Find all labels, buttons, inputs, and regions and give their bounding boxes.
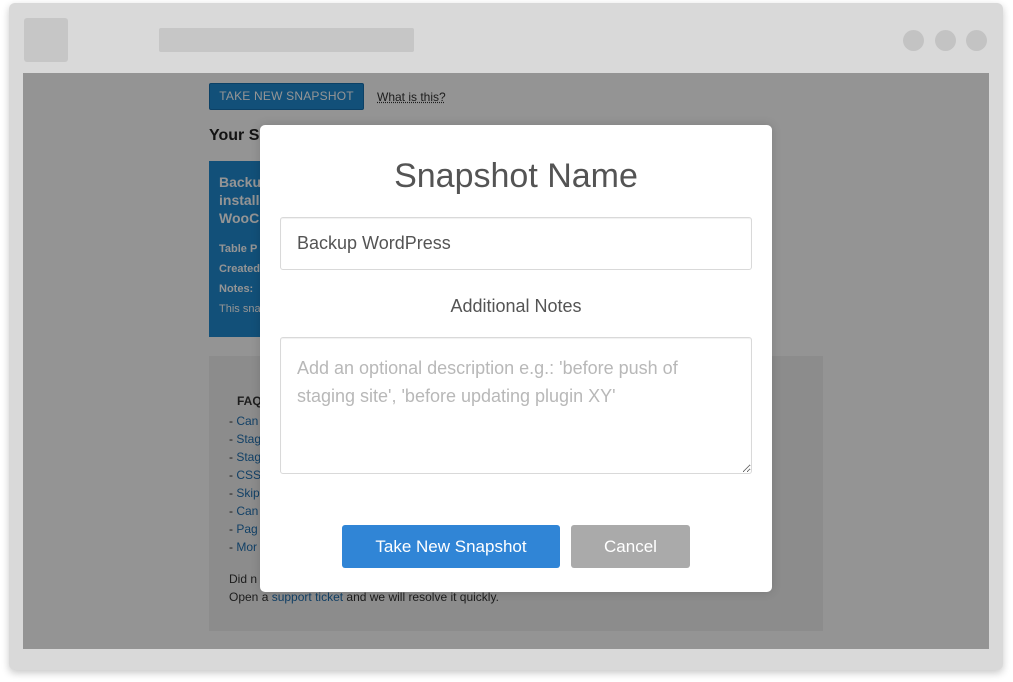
window-dot-icon[interactable] [903,30,924,51]
cancel-button[interactable]: Cancel [571,525,690,568]
additional-notes-textarea[interactable] [280,337,752,474]
take-new-snapshot-button[interactable]: Take New Snapshot [342,525,560,568]
modal-title: Snapshot Name [394,157,638,195]
window-dot-icon[interactable] [966,30,987,51]
app-icon-placeholder [24,18,68,62]
additional-notes-label: Additional Notes [450,296,582,316]
window-dot-icon[interactable] [935,30,956,51]
snapshot-name-input[interactable] [280,217,752,270]
snapshot-name-modal: Snapshot Name Additional Notes Take New … [260,125,772,592]
address-bar[interactable] [159,28,414,52]
